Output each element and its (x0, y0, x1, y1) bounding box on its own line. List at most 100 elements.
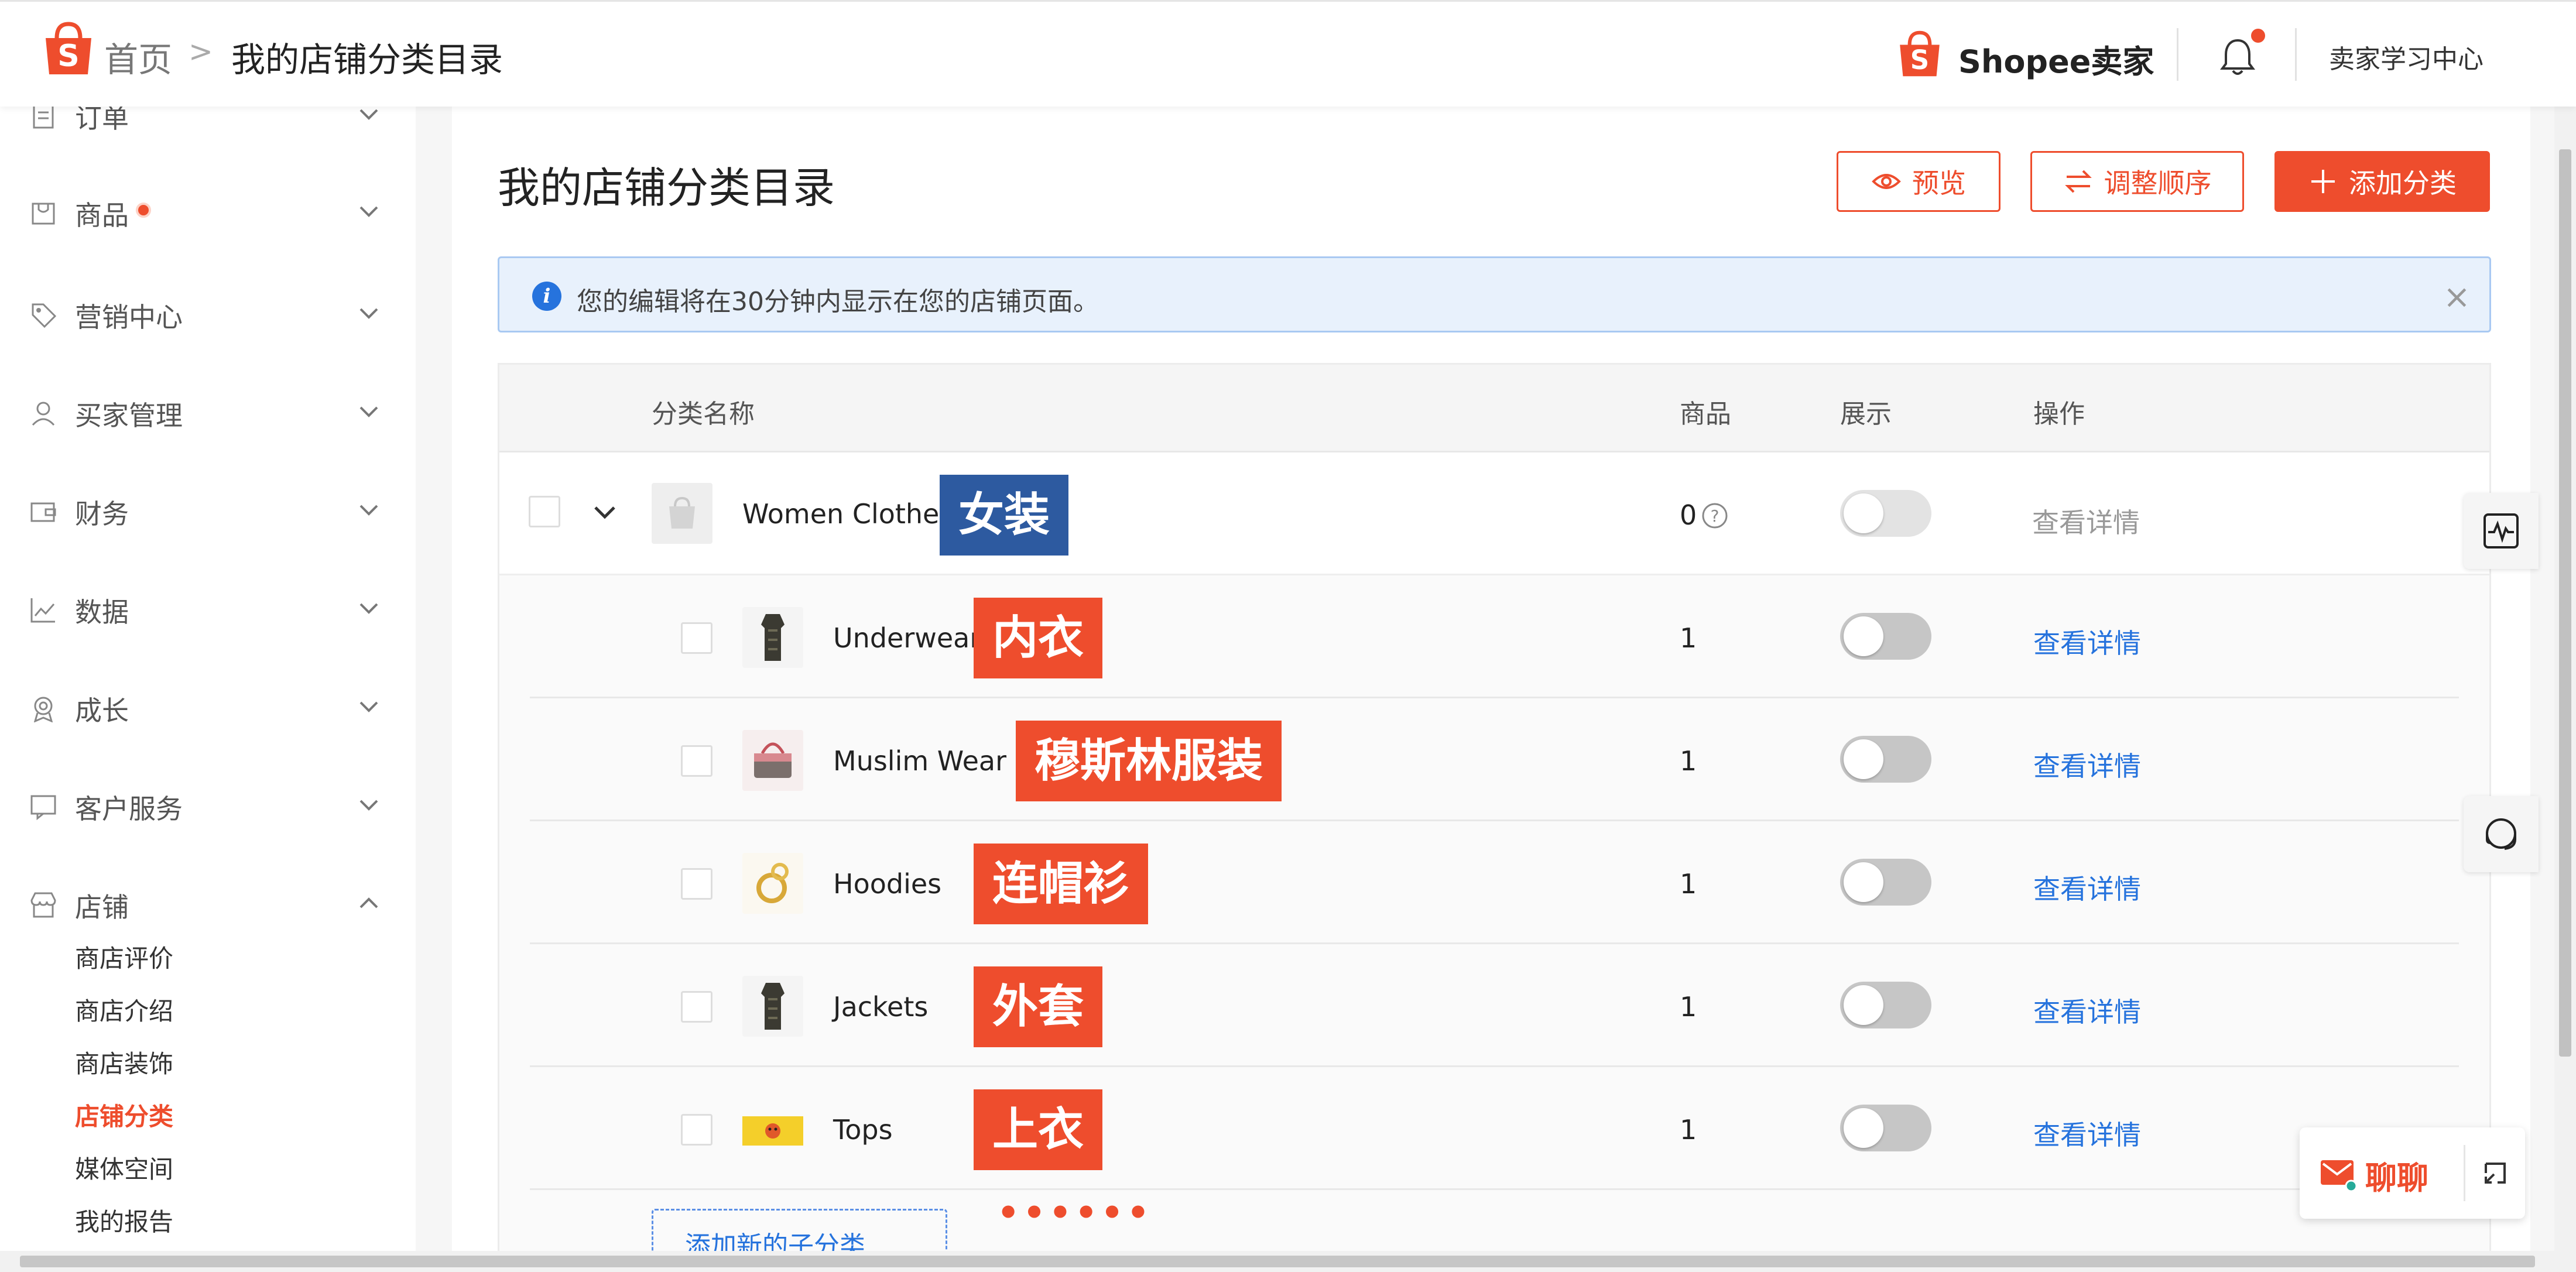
display-toggle[interactable] (1840, 490, 1931, 537)
chevron-down-icon (359, 800, 378, 811)
sidebar-sub-shop-reviews[interactable]: 商店评价 (75, 939, 173, 975)
sidebar-item-orders[interactable]: 订单 (0, 107, 416, 143)
view-details-link[interactable]: 查看详情 (2033, 1114, 2141, 1153)
category-name: Jackets (833, 991, 929, 1023)
add-category-button[interactable]: 添加分类 (2274, 151, 2490, 212)
headset-icon (2486, 818, 2516, 850)
category-name: Women Clothes (742, 498, 954, 530)
sidebar-sub-my-reports[interactable]: 我的报告 (75, 1202, 173, 1238)
display-toggle[interactable] (1840, 859, 1931, 906)
table-row-parent: Women Clothes 女装 0 ? 查看详情 (499, 452, 2489, 575)
swap-arrows-icon (2064, 170, 2092, 193)
sidebar-item-shop[interactable]: 店铺 (0, 873, 416, 932)
svg-text:S: S (57, 39, 79, 74)
view-details-link[interactable]: 查看详情 (2033, 745, 2141, 784)
category-tag-label: 上衣 (974, 1089, 1103, 1170)
display-toggle[interactable] (1840, 982, 1931, 1028)
shopee-logo-icon[interactable]: S (42, 20, 95, 78)
add-category-button-label: 添加分类 (2349, 167, 2457, 199)
sidebar-sub-shop-intro[interactable]: 商店介绍 (75, 992, 173, 1027)
chat-widget[interactable]: 聊聊 (2300, 1127, 2525, 1219)
category-thumbnail (742, 730, 803, 791)
chevron-down-icon (359, 406, 378, 417)
notification-bell-icon[interactable] (2219, 37, 2256, 78)
medal-icon (33, 697, 53, 722)
breadcrumb-home[interactable]: 首页 (104, 32, 172, 81)
svg-text:?: ? (1711, 506, 1719, 526)
sidebar-item-label: 商品 (75, 200, 129, 231)
order-icon (33, 107, 54, 129)
preview-button-label: 预览 (1912, 167, 1966, 199)
chevron-down-icon[interactable] (592, 504, 618, 522)
table-row: Hoodies 连帽衫 1 查看详情 (499, 821, 2489, 944)
sidebar-item-marketing[interactable]: 营销中心 (0, 283, 416, 342)
reorder-button[interactable]: 调整顺序 (2030, 151, 2244, 212)
header-products: 商品 (1680, 399, 1731, 429)
view-details-link[interactable]: 查看详情 (2033, 991, 2141, 1030)
category-tag-label: 内衣 (974, 598, 1103, 678)
chat-envelope-icon (2321, 1160, 2358, 1192)
sidebar-item-label: 买家管理 (75, 400, 183, 431)
row-checkbox[interactable] (529, 496, 560, 527)
header-actions: 操作 (2033, 399, 2085, 429)
minimize-window-icon[interactable] (2481, 1159, 2509, 1187)
sidebar-item-products[interactable]: 商品 (0, 181, 416, 240)
table-header: 分类名称 商品 展示 操作 (499, 365, 2489, 452)
seller-learning-center-link[interactable]: 卖家学习中心 (2329, 38, 2483, 76)
sidebar-item-finance[interactable]: 财务 (0, 480, 416, 539)
row-checkbox[interactable] (681, 1114, 712, 1146)
breadcrumb-separator-icon: > (189, 35, 213, 68)
horizontal-scrollbar[interactable] (0, 1251, 2576, 1272)
row-checkbox[interactable] (681, 868, 712, 900)
view-details-link[interactable]: 查看详情 (2033, 622, 2141, 661)
dress-image-icon (761, 983, 785, 1030)
category-thumbnail (742, 976, 803, 1037)
view-details-link[interactable]: 查看详情 (2033, 868, 2141, 907)
category-name: Tops (833, 1114, 893, 1146)
sidebar-sub-shop-decoration[interactable]: 商店装饰 (75, 1044, 173, 1080)
notice-text: 您的编辑将在30分钟内显示在您的店铺页面。 (577, 287, 1099, 317)
new-badge-dot (136, 203, 151, 218)
add-subcategory-button[interactable]: 添加新的子分类 (652, 1209, 947, 1256)
display-toggle[interactable] (1840, 613, 1931, 660)
display-toggle[interactable] (1840, 736, 1931, 783)
sidebar-item-buyers[interactable]: 买家管理 (0, 382, 416, 440)
vertical-scrollbar[interactable] (2554, 0, 2576, 1251)
product-count: 1 (1680, 991, 1697, 1023)
activity-monitor-button[interactable] (2464, 493, 2539, 569)
ring-image-icon (756, 863, 789, 903)
view-details-link[interactable]: 查看详情 (2032, 502, 2140, 540)
sidebar-item-label: 成长 (75, 695, 129, 726)
sidebar-item-growth[interactable]: 成长 (0, 677, 416, 735)
category-tag-label: 连帽衫 (974, 844, 1149, 924)
sidebar-item-label: 营销中心 (75, 301, 183, 333)
sidebar-sub-media-space[interactable]: 媒体空间 (75, 1150, 173, 1185)
preview-button[interactable]: 预览 (1837, 151, 2000, 212)
shop-icon (30, 892, 56, 918)
help-circle-icon[interactable]: ? (1701, 502, 1729, 530)
reorder-button-label: 调整顺序 (2104, 167, 2212, 199)
header-divider (2177, 28, 2178, 81)
category-tag-label: 穆斯林服装 (1016, 721, 1282, 801)
display-toggle[interactable] (1840, 1105, 1931, 1151)
row-checkbox[interactable] (681, 991, 712, 1023)
table-row: Underwear 内衣 1 查看详情 (499, 575, 2489, 698)
header-divider (2295, 28, 2297, 81)
row-checkbox[interactable] (681, 622, 712, 654)
product-icon (32, 203, 55, 225)
category-thumbnail (742, 1099, 803, 1160)
pulse-chart-icon (2483, 513, 2519, 548)
seller-brand-label[interactable]: Shopee卖家 (1958, 36, 2154, 82)
info-icon: i (532, 282, 561, 311)
close-icon[interactable]: × (2443, 278, 2471, 316)
sidebar-item-data[interactable]: 数据 (0, 578, 416, 637)
user-icon (32, 402, 55, 426)
customer-support-button[interactable] (2464, 796, 2539, 872)
shopee-seller-logo-icon[interactable]: S (1897, 28, 1943, 81)
sidebar-item-customer-service[interactable]: 客户服务 (0, 775, 416, 834)
category-name: Hoodies (833, 868, 942, 900)
category-name: Muslim Wear (833, 745, 1006, 777)
category-thumbnail (652, 483, 712, 544)
row-checkbox[interactable] (681, 745, 712, 777)
sidebar-sub-shop-categories[interactable]: 店铺分类 (75, 1097, 173, 1133)
